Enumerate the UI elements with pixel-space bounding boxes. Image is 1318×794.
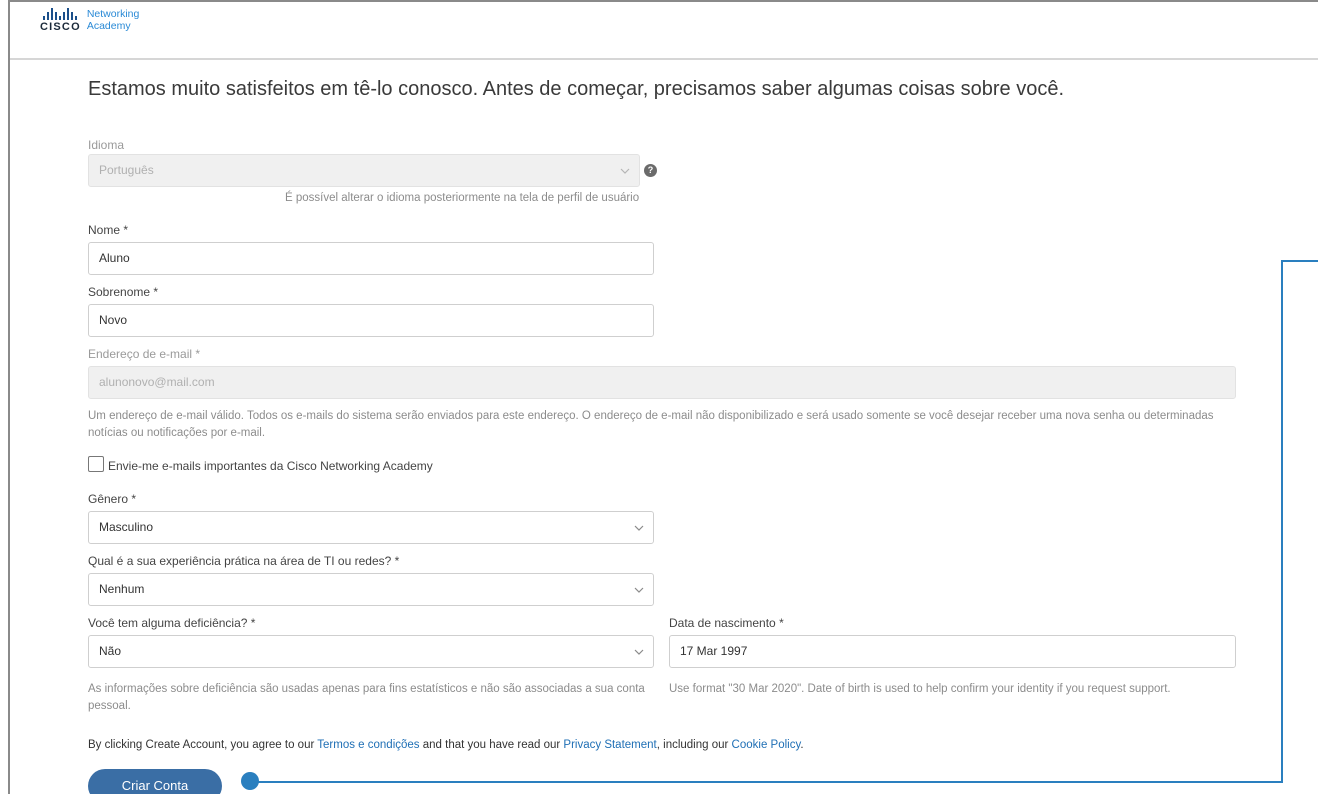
chevron-down-icon [634, 647, 644, 656]
agreement-prefix: By clicking Create Account, you agree to… [88, 739, 318, 751]
cisco-logo-mark: CISCO [40, 8, 81, 33]
last-name-label: Sobrenome * [88, 285, 159, 299]
birthdate-field[interactable]: 17 Mar 1997 [669, 635, 1236, 668]
language-label: Idioma [88, 138, 125, 152]
last-name-value: Novo [99, 313, 128, 327]
agreement-middle2: , including our [656, 739, 732, 751]
cisco-wordmark: CISCO [40, 21, 81, 33]
language-note: É possível alterar o idioma posteriormen… [285, 192, 640, 204]
agreement-text: By clicking Create Account, you agree to… [88, 739, 804, 751]
experience-value: Nenhum [99, 582, 145, 596]
disability-select[interactable]: Não [88, 635, 654, 668]
email-note-line1: Um endereço de e-mail válido. Todos os e… [88, 410, 1214, 422]
email-value: alunonovo@mail.com [99, 375, 215, 389]
chevron-down-icon [634, 585, 644, 594]
first-name-value: Aluno [99, 251, 130, 265]
email-label: Endereço de e-mail * [88, 347, 201, 361]
chevron-down-icon [634, 523, 644, 532]
newsletter-checkbox[interactable] [88, 456, 104, 472]
academy-name: Networking Academy [87, 8, 140, 32]
experience-label: Qual é a sua experiência prática na área… [88, 554, 400, 568]
cookie-link[interactable]: Cookie Policy [732, 739, 801, 751]
gender-select[interactable]: Masculino [88, 511, 654, 544]
birthdate-note: Use format "30 Mar 2020". Date of birth … [669, 683, 1171, 695]
page-title: Estamos muito satisfeitos em tê-lo conos… [88, 78, 1064, 100]
birthdate-label: Data de nascimento * [669, 616, 784, 630]
first-name-label: Nome * [88, 223, 129, 237]
first-name-field[interactable]: Aluno [88, 242, 654, 275]
gender-value: Masculino [99, 520, 154, 534]
language-value: Português [99, 163, 154, 177]
agreement-middle: and that you have read our [419, 739, 564, 751]
annotation-line-horizontal [256, 781, 1281, 783]
academy-name-line1: Networking [86, 8, 140, 20]
academy-name-line2: Academy [86, 20, 131, 32]
cisco-bars-icon [43, 8, 78, 20]
agreement-suffix: . [800, 739, 804, 751]
cisco-logo[interactable]: CISCO Networking Academy [40, 8, 139, 33]
terms-link[interactable]: Termos e condições [317, 739, 419, 751]
language-select[interactable]: Português [88, 154, 640, 187]
experience-select[interactable]: Nenhum [88, 573, 654, 606]
disability-note-line1: As informações sobre deficiência são usa… [88, 683, 645, 695]
question-icon[interactable]: ? [644, 164, 657, 177]
browser-frame: CISCO Networking Academy Estamos muito s… [8, 0, 1318, 794]
disability-value: Não [99, 644, 122, 658]
chevron-down-icon [620, 166, 630, 175]
create-account-button[interactable]: Criar Conta [88, 769, 222, 794]
privacy-link[interactable]: Privacy Statement [563, 739, 656, 751]
birthdate-value: 17 Mar 1997 [680, 644, 748, 658]
annotation-line-top [1281, 260, 1318, 262]
last-name-field[interactable]: Novo [88, 304, 654, 337]
annotation-line-vertical [1281, 260, 1283, 783]
email-field[interactable]: alunonovo@mail.com [88, 366, 1236, 399]
site-header: CISCO Networking Academy [10, 2, 1318, 60]
newsletter-label[interactable]: Envie-me e-mails importantes da Cisco Ne… [108, 459, 433, 473]
disability-label: Você tem alguma deficiência? * [88, 616, 256, 630]
gender-label: Gênero * [88, 492, 137, 506]
disability-note-line2: pessoal. [88, 700, 131, 712]
email-note-line2: notícias ou notificações por e-mail. [88, 427, 266, 439]
